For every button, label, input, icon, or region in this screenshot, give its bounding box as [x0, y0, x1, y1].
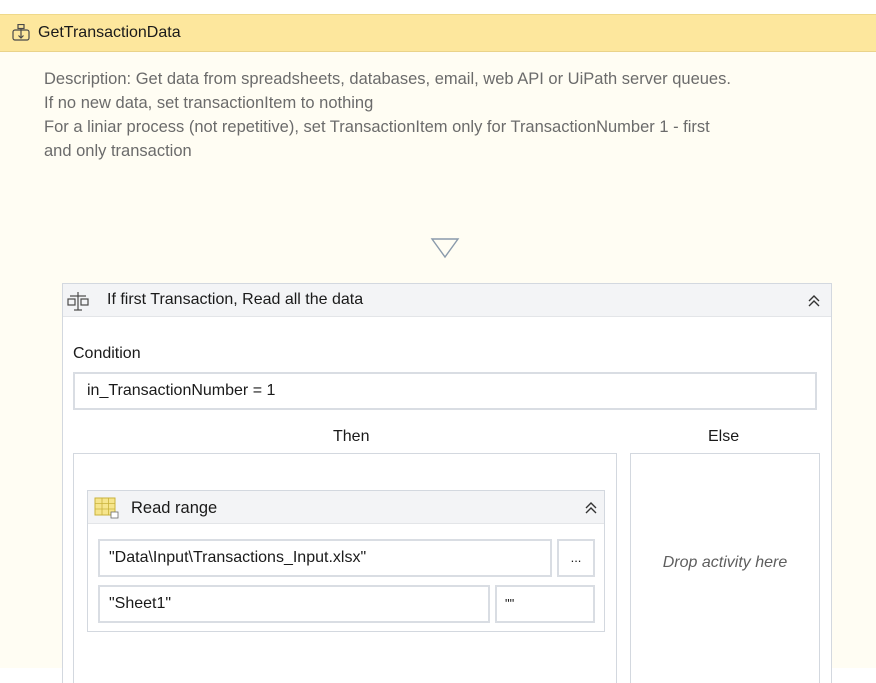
sequence-title: GetTransactionData: [38, 24, 181, 41]
read-range-header[interactable]: Read range: [88, 491, 604, 524]
else-branch[interactable]: Drop activity here: [630, 453, 820, 683]
workbook-path-input[interactable]: "Data\Input\Transactions_Input.xlsx": [98, 539, 552, 577]
sheet-name-input[interactable]: "Sheet1": [98, 585, 490, 623]
browse-button[interactable]: ...: [557, 539, 595, 577]
else-label: Else: [708, 428, 740, 445]
if-activity-title: If first Transaction, Read all the data: [107, 291, 364, 308]
excel-range-icon: [94, 497, 119, 519]
condition-label: Condition: [73, 345, 141, 362]
then-branch[interactable]: Read range "Data\Input\Transactions_Inpu…: [73, 453, 617, 683]
collapse-icon[interactable]: [582, 499, 600, 517]
if-activity-header[interactable]: If first Transaction, Read all the data: [63, 284, 831, 317]
flow-arrow-icon: [430, 238, 460, 259]
if-icon: [67, 292, 89, 311]
sequence-description: Description: Get data from spreadsheets,…: [44, 70, 731, 160]
then-label: Then: [333, 428, 370, 445]
collapse-icon[interactable]: [805, 292, 823, 310]
range-input[interactable]: "": [495, 585, 595, 623]
condition-input[interactable]: in_TransactionNumber = 1: [73, 372, 817, 410]
if-activity[interactable]: If first Transaction, Read all the data …: [62, 283, 832, 683]
sequence-header[interactable]: GetTransactionData: [0, 15, 876, 52]
read-range-title: Read range: [131, 499, 218, 517]
sequence-container: GetTransactionData Description: Get data…: [0, 14, 876, 683]
drop-activity-placeholder: Drop activity here: [662, 554, 788, 571]
read-range-activity[interactable]: Read range "Data\Input\Transactions_Inpu…: [87, 490, 605, 632]
sequence-icon: [12, 24, 30, 41]
